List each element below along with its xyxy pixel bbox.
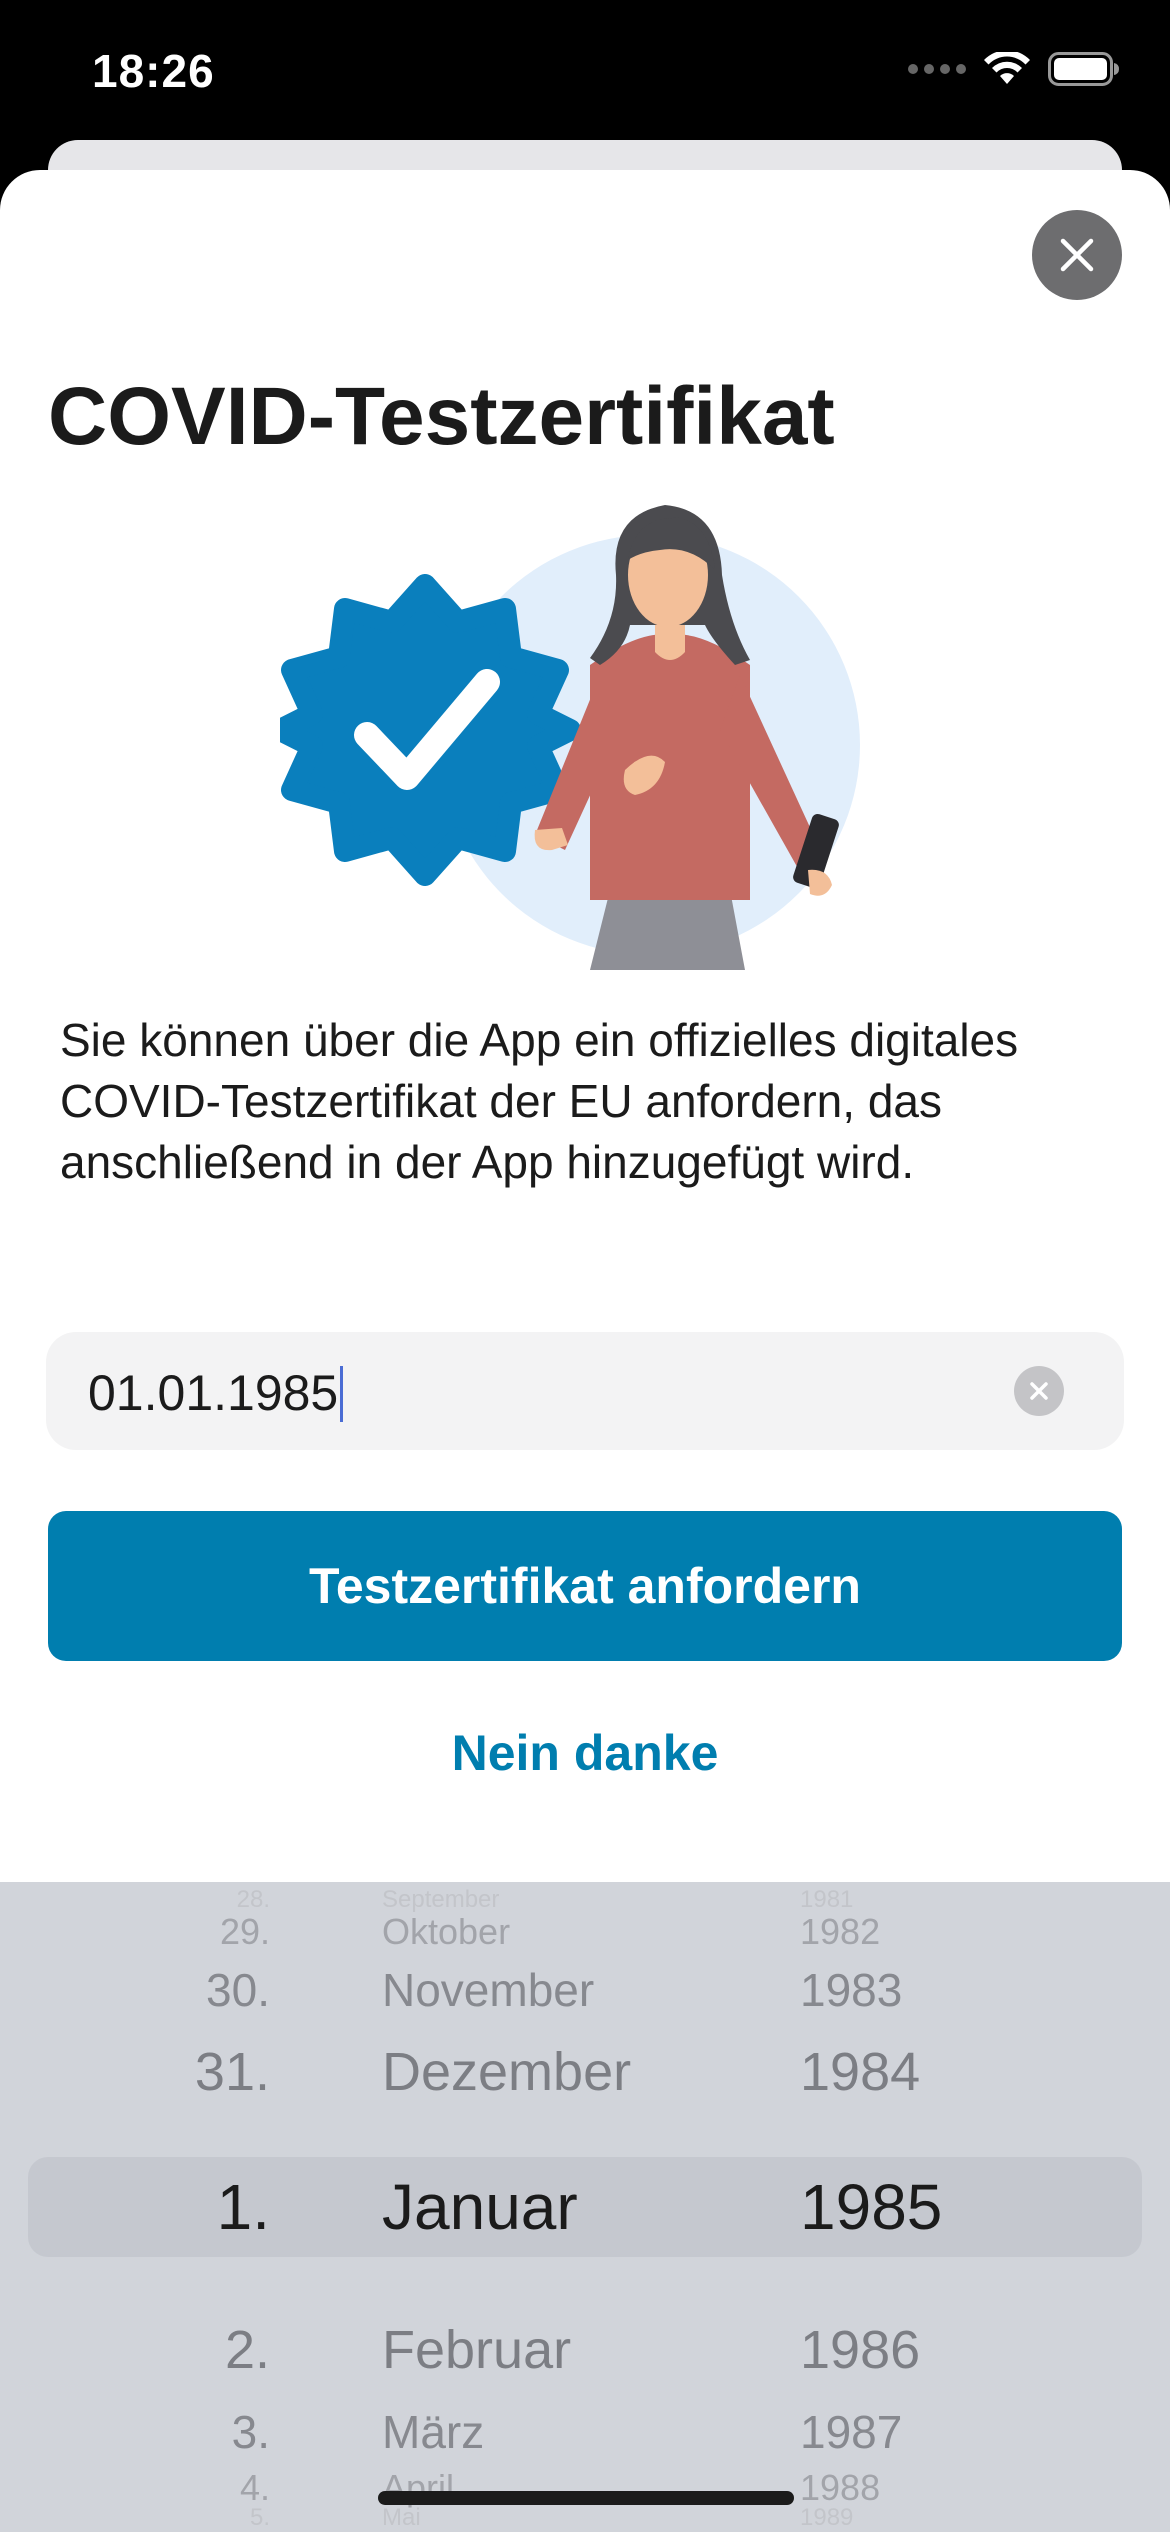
picker-day: 31. xyxy=(194,2042,270,2102)
picker-row-selected[interactable]: 1. Januar 1985 xyxy=(0,2157,1170,2257)
close-button[interactable] xyxy=(1032,210,1122,300)
status-bar: 18:26 xyxy=(0,0,1170,160)
date-value-text: 01.01.1985 xyxy=(88,1365,339,1421)
request-certificate-button[interactable]: Testzertifikat anfordern xyxy=(48,1511,1122,1661)
page-title: COVID-Testzertifikat xyxy=(48,371,835,462)
picker-row[interactable]: 31. Dezember 1984 xyxy=(0,2022,1170,2122)
date-of-birth-field[interactable]: 01.01.1985 xyxy=(46,1332,1124,1450)
wifi-icon xyxy=(984,52,1030,84)
picker-year: 1989 xyxy=(800,2504,854,2531)
picker-day: 1. xyxy=(216,2171,270,2243)
picker-month: Januar xyxy=(382,2171,578,2243)
picker-year: 1984 xyxy=(800,2042,921,2102)
decline-button[interactable]: Nein danke xyxy=(0,1724,1170,1782)
close-icon xyxy=(1060,238,1094,272)
clear-icon xyxy=(1030,1382,1048,1400)
picker-day: 5. xyxy=(249,2504,270,2531)
text-caret xyxy=(340,1365,344,1422)
description-text: Sie können über die App ein offizielles … xyxy=(60,1014,1019,1188)
status-icons xyxy=(908,52,1120,86)
home-indicator[interactable] xyxy=(378,2491,794,2505)
date-of-birth-value: 01.01.1985 xyxy=(88,1364,344,1422)
picker-month: Dezember xyxy=(382,2042,632,2102)
clear-button[interactable] xyxy=(1014,1366,1064,1416)
status-time: 18:26 xyxy=(92,45,215,97)
cellular-signal-icon xyxy=(908,64,966,74)
picker-year: 1985 xyxy=(800,2171,943,2243)
certificate-illustration xyxy=(280,505,860,970)
date-picker[interactable]: 28. September 1981 29. Oktober 1982 30. … xyxy=(0,1882,1170,2532)
battery-icon xyxy=(1048,52,1119,86)
